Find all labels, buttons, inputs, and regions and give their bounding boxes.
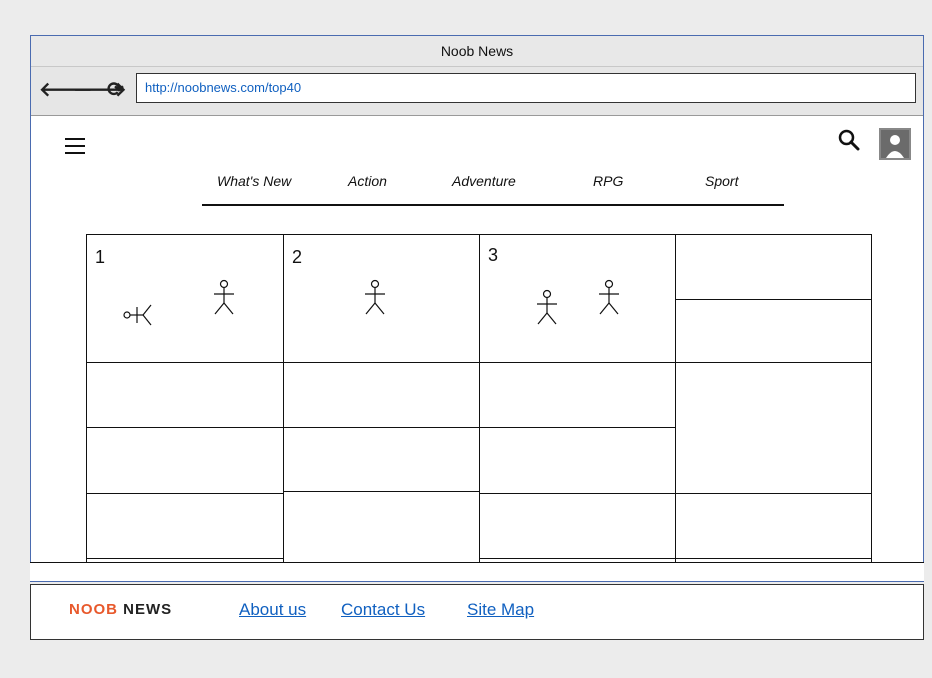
grid-cell[interactable]: [284, 363, 480, 428]
stick-figure-icon: [599, 279, 619, 315]
grid-cell[interactable]: [676, 494, 872, 559]
cell-number: 3: [488, 245, 499, 265]
noob-news-logo[interactable]: NOOB NEWS: [69, 601, 172, 618]
grid-cell[interactable]: [676, 300, 872, 363]
footer-link-contact[interactable]: Contact Us: [341, 600, 425, 620]
stick-figure-icon: [365, 279, 385, 315]
grid-cell-3[interactable]: 3: [480, 235, 676, 363]
stick-figure-icon: [214, 279, 234, 315]
grid-cell[interactable]: [284, 492, 480, 566]
tab-sport[interactable]: Sport: [705, 173, 738, 189]
logo-news: NEWS: [123, 601, 173, 618]
tab-adventure[interactable]: Adventure: [452, 173, 516, 189]
search-icon[interactable]: [838, 129, 860, 151]
window-title: Noob News: [31, 36, 923, 67]
grid-cell[interactable]: [480, 494, 676, 559]
address-bar[interactable]: http://noobnews.com/top40: [136, 73, 916, 103]
grid-cell[interactable]: [87, 363, 284, 428]
tab-rpg[interactable]: RPG: [593, 173, 623, 189]
footer-link-about[interactable]: About us: [239, 600, 306, 620]
horizontal-scrollbar[interactable]: [30, 562, 924, 582]
category-tabs: What's New Action Adventure RPG Sport: [202, 169, 784, 206]
cell-number: 2: [292, 247, 303, 267]
browser-toolbar: 🡐 🡒 ⟳ http://noobnews.com/top40: [31, 67, 923, 116]
hamburger-icon[interactable]: [65, 138, 85, 154]
footer-link-sitemap[interactable]: Site Map: [467, 600, 534, 620]
grid-cell[interactable]: [87, 494, 284, 559]
tab-action[interactable]: Action: [348, 173, 387, 189]
page-footer: NOOB NEWS About us Contact Us Site Map: [30, 584, 924, 640]
fallen-stick-figure-icon: [123, 304, 152, 326]
content-grid: 1 2 3: [86, 234, 872, 566]
grid-cell-1[interactable]: 1: [87, 235, 284, 363]
avatar[interactable]: [879, 128, 911, 160]
grid-cell[interactable]: [480, 428, 676, 494]
cell-number: 1: [95, 247, 106, 267]
stick-figure-icon: [537, 289, 557, 325]
grid-cell[interactable]: [87, 428, 284, 494]
tab-whats-new[interactable]: What's New: [217, 173, 291, 189]
browser-window: Noob News 🡐 🡒 ⟳ http://noobnews.com/top4…: [30, 35, 924, 566]
grid-cell[interactable]: [676, 235, 872, 300]
grid-cell[interactable]: [480, 363, 676, 428]
page-content: What's New Action Adventure RPG Sport 1: [31, 116, 923, 566]
grid-cell[interactable]: [676, 363, 872, 494]
avatar-icon: [881, 130, 909, 158]
grid-cell-2[interactable]: 2: [284, 235, 480, 363]
reload-icon[interactable]: ⟳: [107, 75, 124, 105]
logo-noob: NOOB: [69, 601, 118, 618]
grid-cell[interactable]: [284, 428, 480, 492]
